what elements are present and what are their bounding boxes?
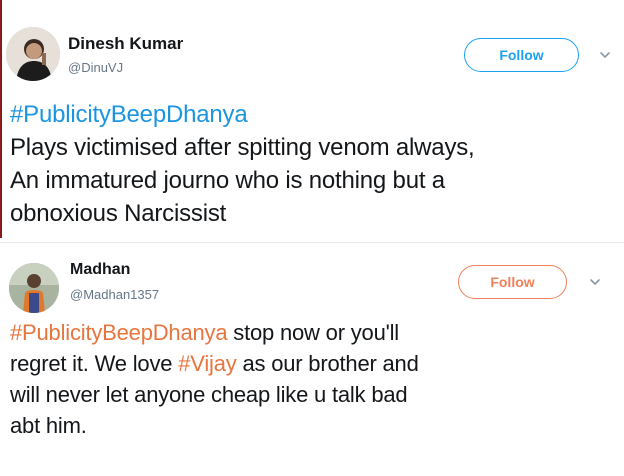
follow-button[interactable]: Follow bbox=[464, 38, 579, 72]
follow-button[interactable]: Follow bbox=[458, 265, 567, 299]
tweet-text-segment: regret it. We love bbox=[10, 351, 179, 376]
tweet-text-line: will never let anyone cheap like u talk … bbox=[10, 382, 408, 407]
user-name[interactable]: Dinesh Kumar bbox=[68, 34, 183, 54]
hashtag-link[interactable]: #Vijay bbox=[178, 351, 237, 376]
tweet-text-line: An immatured journo who is nothing but a bbox=[10, 167, 445, 194]
avatar-icon bbox=[6, 27, 60, 81]
tweet-text-segment: stop now or you'll bbox=[227, 320, 399, 345]
hashtag-link[interactable]: #PublicityBeepDhanya bbox=[10, 320, 228, 345]
avatar-icon bbox=[9, 263, 59, 313]
tweet-text-line: abt him. bbox=[10, 413, 87, 438]
chevron-down-icon[interactable] bbox=[598, 48, 612, 62]
left-edge-divider bbox=[0, 0, 2, 238]
tweet-text: #PublicityBeepDhanya stop now or you'll … bbox=[10, 317, 618, 441]
user-name[interactable]: Madhan bbox=[70, 261, 130, 279]
hashtag-link[interactable]: #PublicityBeepDhanya bbox=[10, 101, 248, 128]
tweet-text-segment: as our brother and bbox=[236, 351, 419, 376]
tweet-text-line: Plays victimised after spitting venom al… bbox=[10, 134, 475, 161]
avatar[interactable] bbox=[6, 27, 60, 81]
avatar[interactable] bbox=[9, 263, 59, 313]
user-handle[interactable]: @DinuVJ bbox=[68, 60, 123, 75]
tweet-card: Dinesh Kumar @DinuVJ Follow #PublicityBe… bbox=[0, 0, 624, 242]
tweet-text-line: obnoxious Narcissist bbox=[10, 200, 227, 227]
user-handle[interactable]: @Madhan1357 bbox=[70, 287, 159, 302]
chevron-down-icon[interactable] bbox=[588, 275, 602, 289]
tweet-card: Madhan @Madhan1357 Follow #PublicityBeep… bbox=[0, 242, 624, 476]
tweet-text: #PublicityBeepDhanya Plays victimised af… bbox=[10, 98, 618, 230]
